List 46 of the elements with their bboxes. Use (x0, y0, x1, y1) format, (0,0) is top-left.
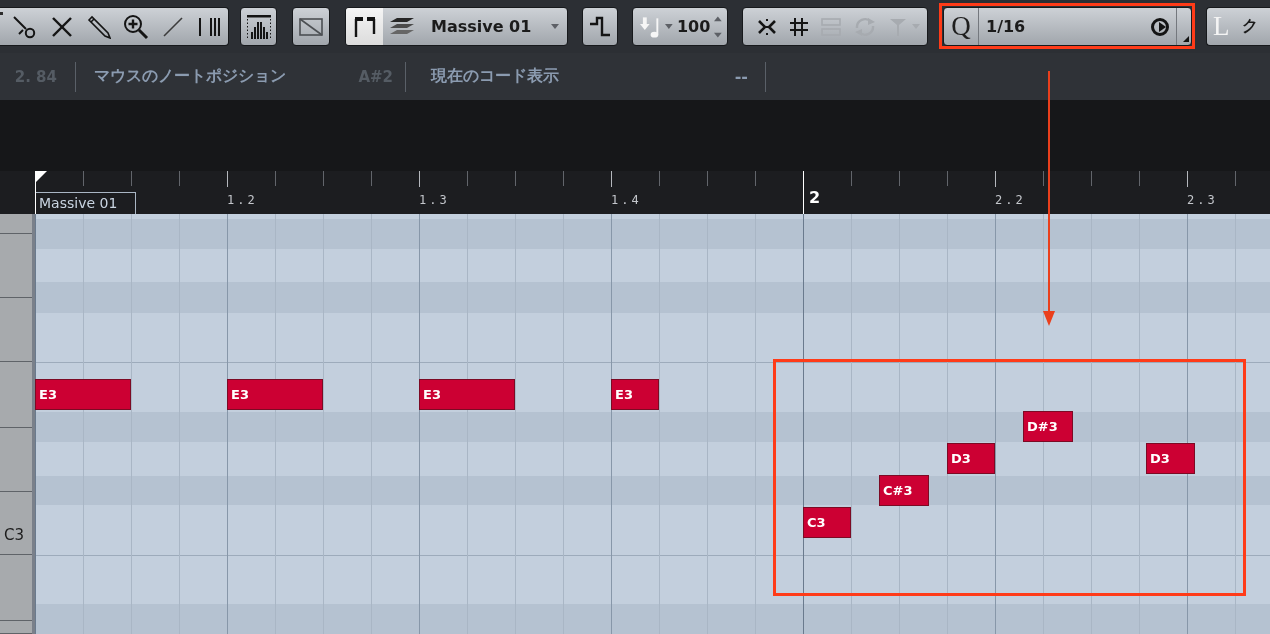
diagonal-line-icon[interactable] (161, 15, 184, 38)
bracket-pair-icon (352, 15, 377, 38)
velocity-control[interactable]: 100 (632, 7, 728, 46)
quantize-button[interactable]: Q (944, 8, 979, 45)
midi-note[interactable]: D3 (947, 443, 995, 474)
pulse-button[interactable] (582, 7, 618, 46)
bar-number: 2 (809, 188, 821, 207)
midi-note[interactable]: E3 (611, 379, 659, 410)
stacked-layers-icon (388, 16, 415, 37)
midi-note[interactable]: D3 (1146, 443, 1195, 474)
ruler-label: 1.2 (227, 193, 258, 207)
zoom-icon[interactable] (122, 13, 149, 40)
histogram-button[interactable] (240, 7, 277, 46)
vertical-bars-icon[interactable] (197, 15, 222, 38)
spinner-arrows-icon[interactable] (714, 14, 722, 39)
midi-note[interactable]: C#3 (879, 475, 929, 506)
midi-note[interactable]: D#3 (1023, 411, 1073, 442)
chord-value: -- (734, 67, 748, 86)
view-mode-button[interactable] (346, 8, 383, 45)
hash-icon[interactable] (789, 16, 809, 37)
mouse-note-label: マウスのノートポジション (94, 66, 286, 87)
ruler-label: 1.4 (611, 193, 642, 207)
velocity-value[interactable]: 100 (676, 17, 711, 36)
length-dropdown[interactable]: ク (1242, 16, 1258, 37)
caret-icon[interactable] (551, 24, 559, 29)
quantize-dropdown[interactable]: 1/16 (979, 8, 1176, 45)
instrument-dropdown[interactable]: Massive 01 (420, 8, 567, 45)
chord-label: 現在のコード表示 (431, 66, 559, 87)
crossed-square-icon (299, 17, 323, 36)
pencil-icon[interactable] (87, 14, 112, 39)
scissors-icon[interactable] (13, 14, 38, 39)
midi-note[interactable]: E3 (35, 379, 131, 410)
ruler-label: 1.3 (419, 193, 450, 207)
midi-note[interactable]: E3 (419, 379, 515, 410)
inward-arrows-icon[interactable] (757, 17, 777, 36)
ruler-label: 2.2 (995, 193, 1026, 207)
caret-icon[interactable] (665, 24, 673, 29)
toggle-button[interactable] (292, 7, 330, 46)
pulse-wave-icon (589, 15, 611, 38)
cross-icon[interactable] (51, 15, 74, 38)
octave-label: C3 (3, 526, 25, 546)
play-circle-icon[interactable] (1150, 16, 1170, 37)
ruler-label: 2.3 (1187, 193, 1218, 207)
midi-note[interactable]: E3 (227, 379, 323, 410)
corner-triangle-icon[interactable] (1183, 36, 1189, 42)
midi-note[interactable]: C3 (803, 507, 851, 538)
